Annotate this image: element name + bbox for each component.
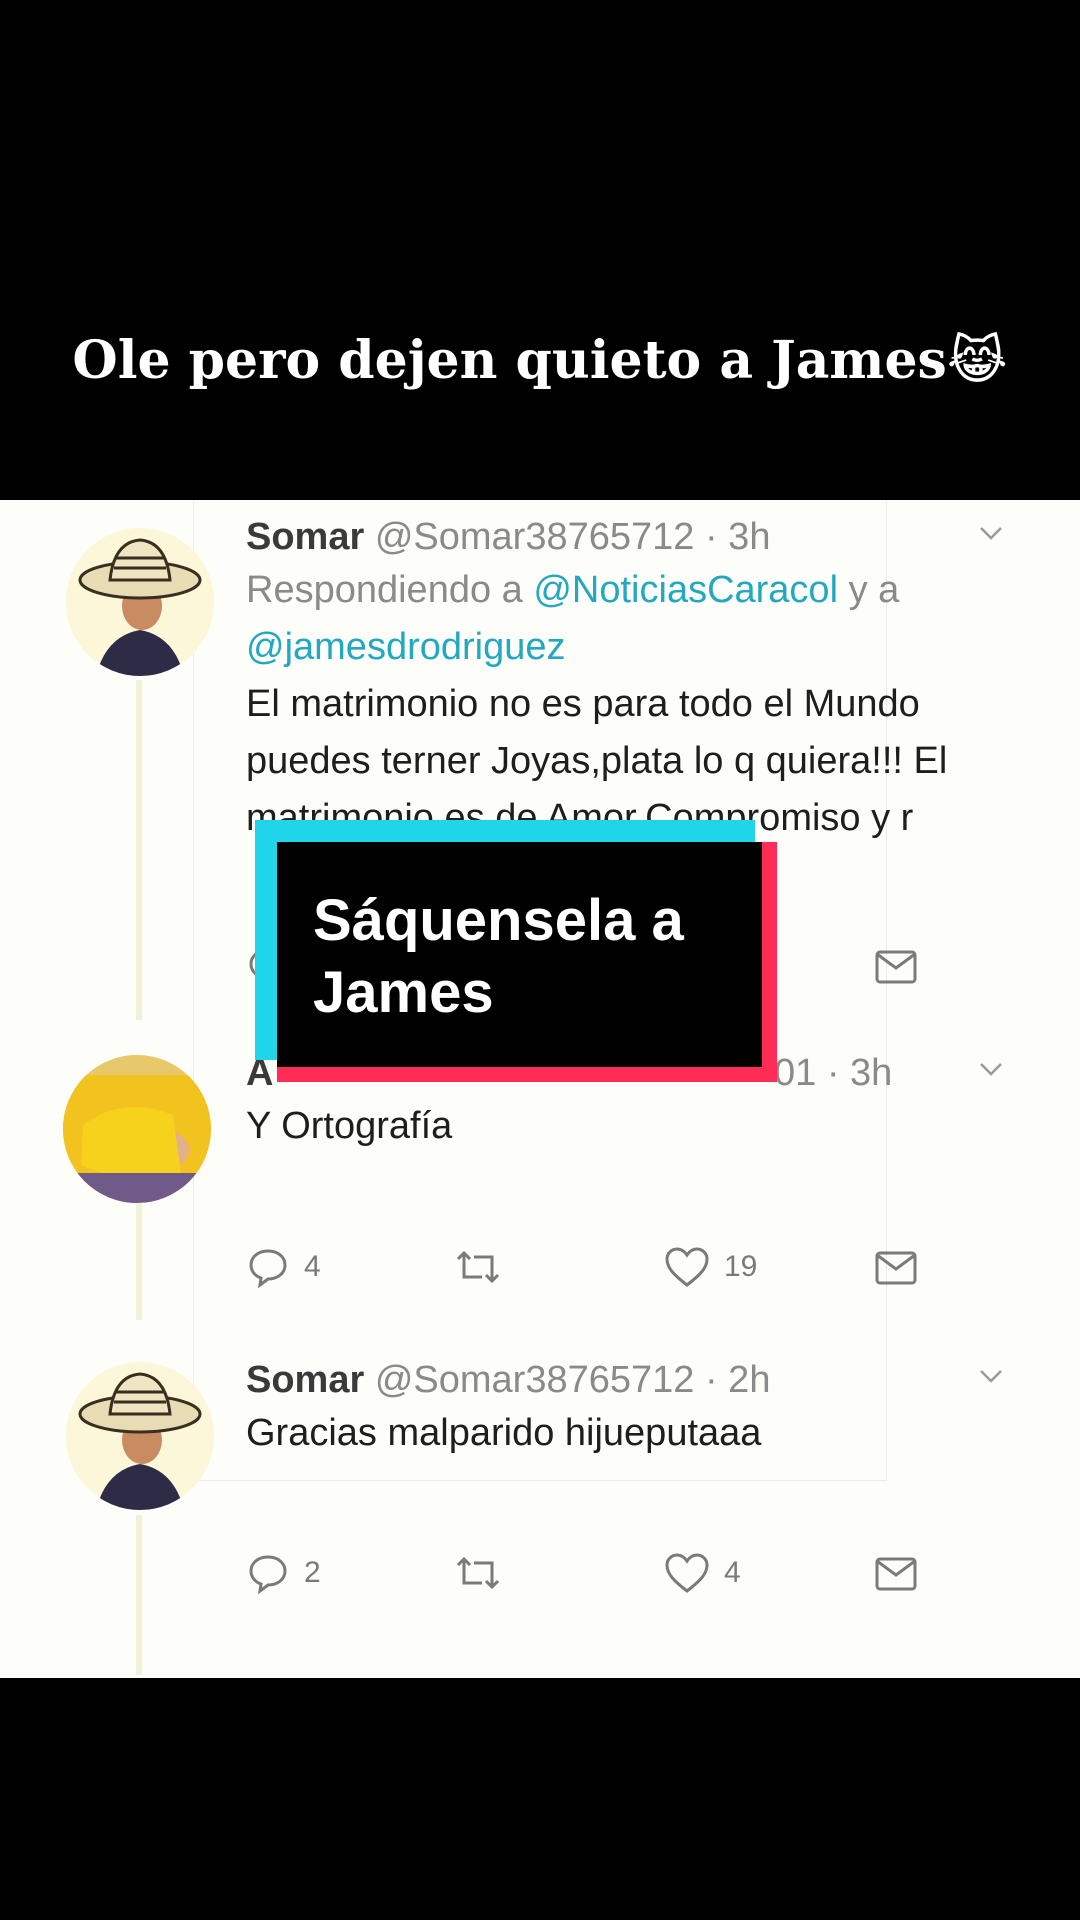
- author-name[interactable]: Somar: [246, 1359, 364, 1401]
- message-button[interactable]: [874, 1241, 918, 1293]
- retweet-icon: [456, 1556, 500, 1590]
- caption-text: Ole pero dejen quieto a James: [72, 330, 947, 391]
- reply-count: 4: [304, 1250, 321, 1283]
- reply-icon: [249, 1249, 287, 1289]
- author-name[interactable]: Somar: [246, 516, 364, 558]
- message-icon: [875, 1557, 917, 1591]
- chevron-down-icon[interactable]: [976, 1361, 1006, 1391]
- thread-line: [136, 1515, 142, 1675]
- reply-count: 2: [304, 1556, 321, 1589]
- sombrero-avatar-icon: [66, 528, 214, 676]
- chevron-down-icon[interactable]: [976, 518, 1006, 548]
- like-button[interactable]: 4: [664, 1547, 741, 1599]
- tweet-header: Somar @Somar38765712 · 2h: [246, 1355, 1026, 1405]
- sombrero-avatar-icon: [66, 1362, 214, 1510]
- avatar[interactable]: [63, 1055, 211, 1203]
- handle-time: @Somar38765712 · 2h: [374, 1359, 771, 1401]
- retweet-button[interactable]: [452, 1241, 504, 1293]
- chevron-down-icon[interactable]: [976, 1054, 1006, 1084]
- tweet-screenshot: Somar @Somar38765712 · 3h Respondiendo a…: [0, 500, 1080, 1678]
- laughing-cat-emoji: 😹: [946, 331, 1008, 391]
- handle-time: 01 · 3h: [774, 1052, 893, 1094]
- message-icon: [875, 1251, 917, 1285]
- mention-link[interactable]: @jamesdrodriguez: [246, 626, 566, 668]
- tweet-text: Gracias malparido hijueputaaa: [246, 1412, 762, 1454]
- replying-prefix: Respondiendo a: [246, 569, 534, 611]
- replying-and: y a: [838, 569, 900, 611]
- replying-to: Respondiendo a @NoticiasCaracol y a @jam…: [246, 562, 1026, 676]
- sticker-text: Sáquensela a James: [313, 888, 684, 1025]
- like-icon: [665, 1553, 709, 1593]
- message-button[interactable]: [874, 1547, 918, 1599]
- like-button[interactable]: 19: [664, 1241, 757, 1293]
- like-count: 4: [724, 1556, 741, 1589]
- message-button[interactable]: [874, 940, 918, 992]
- avatar[interactable]: [66, 1362, 214, 1510]
- baby-avatar-icon: [63, 1055, 211, 1203]
- reply-button[interactable]: 4: [246, 1241, 321, 1293]
- tweet[interactable]: Somar @Somar38765712 · 2h Gracias malpar…: [246, 1355, 1026, 1462]
- thread-line: [136, 680, 142, 1020]
- tweet-actions: 2 4: [246, 1547, 946, 1599]
- avatar[interactable]: [66, 528, 214, 676]
- tweet-header: Somar @Somar38765712 · 3h: [246, 512, 1026, 562]
- like-count: 19: [724, 1250, 758, 1283]
- tweet-text: Y Ortografía: [246, 1105, 453, 1147]
- like-icon: [665, 1247, 709, 1287]
- reply-icon: [249, 1555, 287, 1595]
- mention-link[interactable]: @NoticiasCaracol: [533, 569, 838, 611]
- handle-time: @Somar38765712 · 3h: [374, 516, 771, 558]
- tweet-actions: 4 19: [246, 1241, 946, 1293]
- text-sticker: Sáquensela a James: [255, 820, 777, 1082]
- thread-line: [136, 1200, 142, 1320]
- tweet[interactable]: Somar @Somar38765712 · 3h Respondiendo a…: [246, 512, 1026, 847]
- message-icon: [875, 950, 917, 984]
- reply-button[interactable]: 2: [246, 1547, 321, 1599]
- retweet-icon: [456, 1250, 500, 1284]
- video-caption: Ole pero dejen quieto a James😹: [0, 330, 1080, 391]
- retweet-button[interactable]: [452, 1547, 504, 1599]
